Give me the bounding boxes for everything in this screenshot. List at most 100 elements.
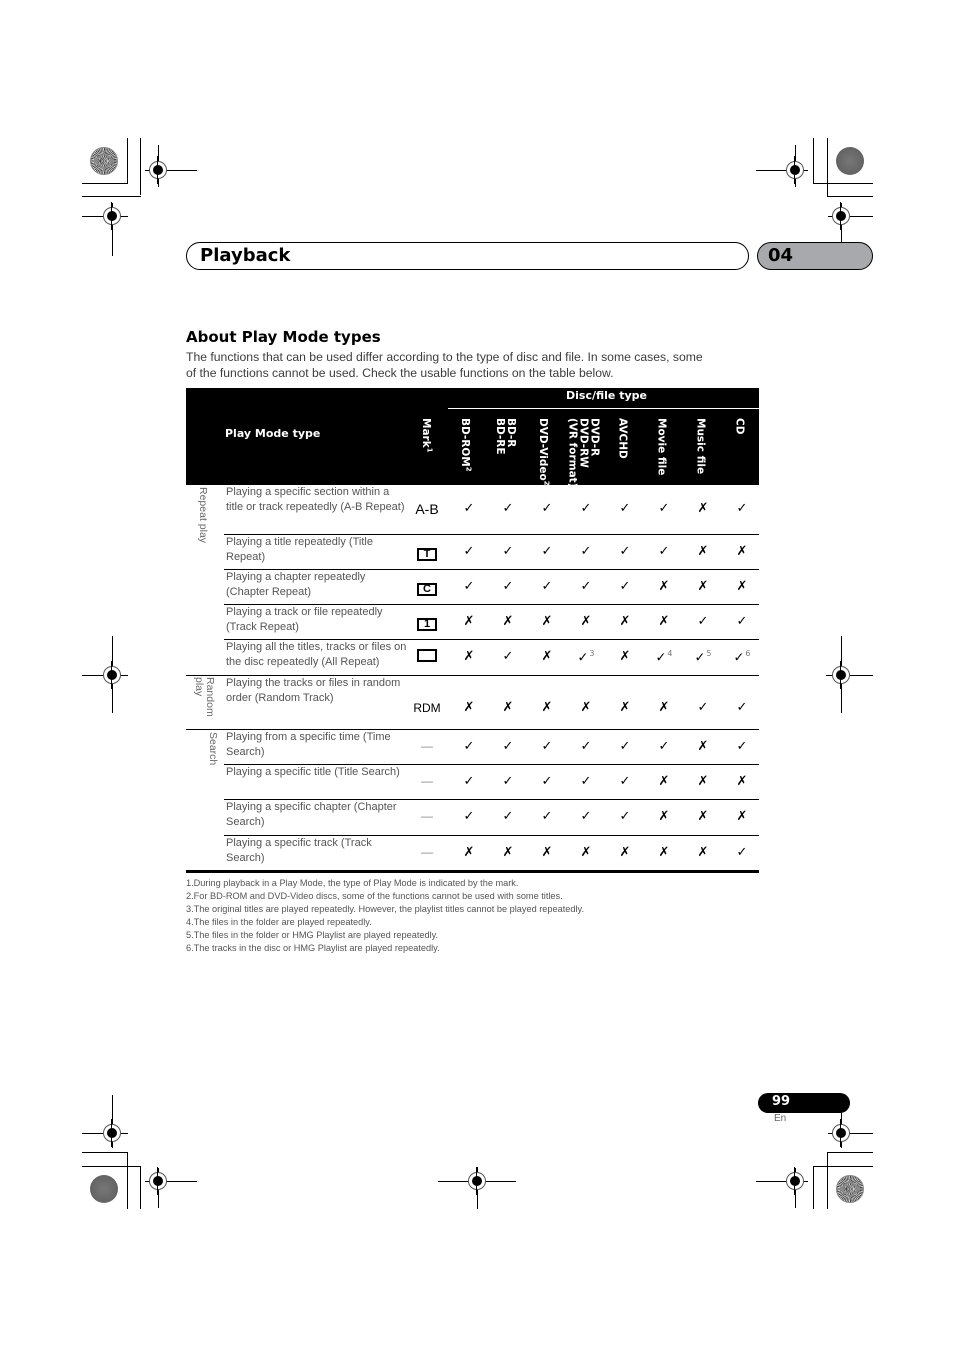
- cell-value: ✗: [502, 614, 514, 629]
- track-repeat-icon: 1: [407, 614, 447, 632]
- cross-mark-icon: ✗: [683, 544, 723, 559]
- cross-mark-icon: ✗: [644, 614, 684, 629]
- cell-value: ✓: [658, 739, 670, 754]
- cell-value: ✓: [733, 650, 745, 666]
- cell-value: ✗: [541, 614, 553, 629]
- cell-value: ✗: [541, 700, 553, 715]
- cell-value: ✓: [655, 650, 667, 666]
- cell-value: ✓: [580, 579, 592, 594]
- column-header-label: AVCHD: [616, 418, 629, 459]
- check-mark-icon: ✓: [488, 809, 528, 824]
- check-mark-icon: ✓: [644, 501, 684, 516]
- crop-line: [82, 183, 128, 184]
- cell-value: ✓: [463, 501, 475, 516]
- cell-value: ✓: [541, 739, 553, 754]
- cell-value: ✓: [577, 650, 589, 666]
- check-mark-icon: ✓: [566, 809, 606, 824]
- cross-mark-icon: ✗: [605, 700, 645, 715]
- cross-mark-icon: ✗: [605, 614, 645, 629]
- cell-value: ✗: [580, 845, 592, 860]
- cross-mark-icon: ✗: [449, 614, 489, 629]
- cross-mark-icon: ✗: [488, 845, 528, 860]
- title-repeat-icon: T: [407, 544, 447, 562]
- check-mark-icon: ✓: [605, 809, 645, 824]
- check-mark-icon: ✓: [527, 544, 567, 559]
- check-mark-icon: ✓: [488, 544, 528, 559]
- cell-value: ✓: [580, 501, 592, 516]
- footnote: 2.For BD-ROM and DVD-Video discs, some o…: [186, 890, 563, 901]
- section-title: Playback: [200, 245, 291, 266]
- check-mark-icon: ✓: [527, 809, 567, 824]
- column-header-label: BD-ROM: [458, 418, 471, 467]
- cell-value: ✗: [697, 544, 709, 559]
- cell-value: ✗: [541, 649, 553, 664]
- column-header-label: DVD-Video: [536, 418, 549, 481]
- cell-value: ✓: [502, 501, 514, 516]
- column-header: CD: [719, 418, 759, 484]
- cell-value: ✓: [502, 739, 514, 754]
- check-mark-icon: ✓: [449, 774, 489, 789]
- check-mark-icon: ✓: [527, 739, 567, 754]
- check-mark-icon: ✓: [566, 501, 606, 516]
- cross-mark-icon: ✗: [566, 845, 606, 860]
- cell-value: ✓: [502, 579, 514, 594]
- cell-value: ✗: [697, 809, 709, 824]
- check-mark-icon: ✓: [683, 614, 723, 629]
- table-bottom-rule: [186, 870, 759, 873]
- footnotes: 1.During playback in a Play Mode, the ty…: [186, 877, 584, 954]
- registration-mark-icon: [103, 1119, 121, 1147]
- column-header: DVD-Video2: [524, 418, 564, 486]
- cell-value: ✓: [463, 809, 475, 824]
- cell-value: ✓: [694, 650, 706, 666]
- crop-line: [813, 1166, 814, 1209]
- check-mark-icon: ✓: [605, 579, 645, 594]
- repeat-mark-glyph: [417, 649, 437, 662]
- cell-value: ✓: [736, 845, 748, 860]
- cell-value: ✗: [658, 614, 670, 629]
- cell-value: ✗: [580, 700, 592, 715]
- cell-value: ✗: [697, 739, 709, 754]
- repeat-mark-glyph: T: [417, 548, 437, 561]
- cross-mark-icon: ✗: [683, 845, 723, 860]
- cross-mark-icon: ✗: [722, 544, 762, 559]
- cross-mark-icon: ✗: [683, 579, 723, 594]
- crop-line: [827, 138, 828, 197]
- cell-value: ✗: [658, 579, 670, 594]
- footnote: 1.During playback in a Play Mode, the ty…: [186, 878, 519, 888]
- repeat-mark-glyph: 1: [417, 618, 437, 631]
- column-header: Music file: [680, 418, 720, 484]
- footnote: 4.The files in the folder are played rep…: [186, 916, 372, 927]
- footnote-ref: 6: [745, 649, 751, 658]
- cell-value: ✗: [619, 700, 631, 715]
- check-mark-icon: ✓: [722, 700, 762, 715]
- table-row: Playing a specific chapter (Chapter Sear…: [224, 799, 759, 836]
- check-mark-icon: ✓: [527, 774, 567, 789]
- cell-value: ✗: [502, 845, 514, 860]
- language-label: En: [774, 1113, 787, 1124]
- check-mark-icon: ✓: [449, 739, 489, 754]
- cell-value: ✓: [502, 649, 514, 664]
- crop-line: [140, 138, 141, 195]
- play-mode-description: Playing a track or file repeatedly (Trac…: [226, 606, 383, 633]
- cell-value: ✗: [658, 809, 670, 824]
- crop-line: [82, 1152, 128, 1153]
- registration-mark-icon: [786, 1167, 804, 1195]
- cell-value: ✗: [463, 700, 475, 715]
- cross-mark-icon: ✗: [644, 579, 684, 594]
- registration-mark-icon: [149, 156, 167, 184]
- row-group-label: Repeat play: [197, 487, 209, 544]
- crop-line: [82, 1166, 141, 1167]
- no-mark-dash: —: [421, 739, 433, 753]
- play-mode-description: Playing a specific track (Track Search): [226, 837, 372, 864]
- cell-value: ✓: [463, 579, 475, 594]
- column-header-label: Music file: [694, 418, 707, 475]
- check-mark-icon: ✓: [605, 774, 645, 789]
- cell-value: ✓: [541, 579, 553, 594]
- cell-value: ✓: [541, 544, 553, 559]
- column-header-label: BD-R BD-RE: [494, 418, 517, 455]
- cell-value: ✗: [736, 579, 748, 594]
- cell-value: ✓: [697, 614, 709, 629]
- cross-mark-icon: ✗: [722, 809, 762, 824]
- registration-mark-icon: [468, 1167, 486, 1195]
- cross-mark-icon: ✗: [605, 649, 645, 664]
